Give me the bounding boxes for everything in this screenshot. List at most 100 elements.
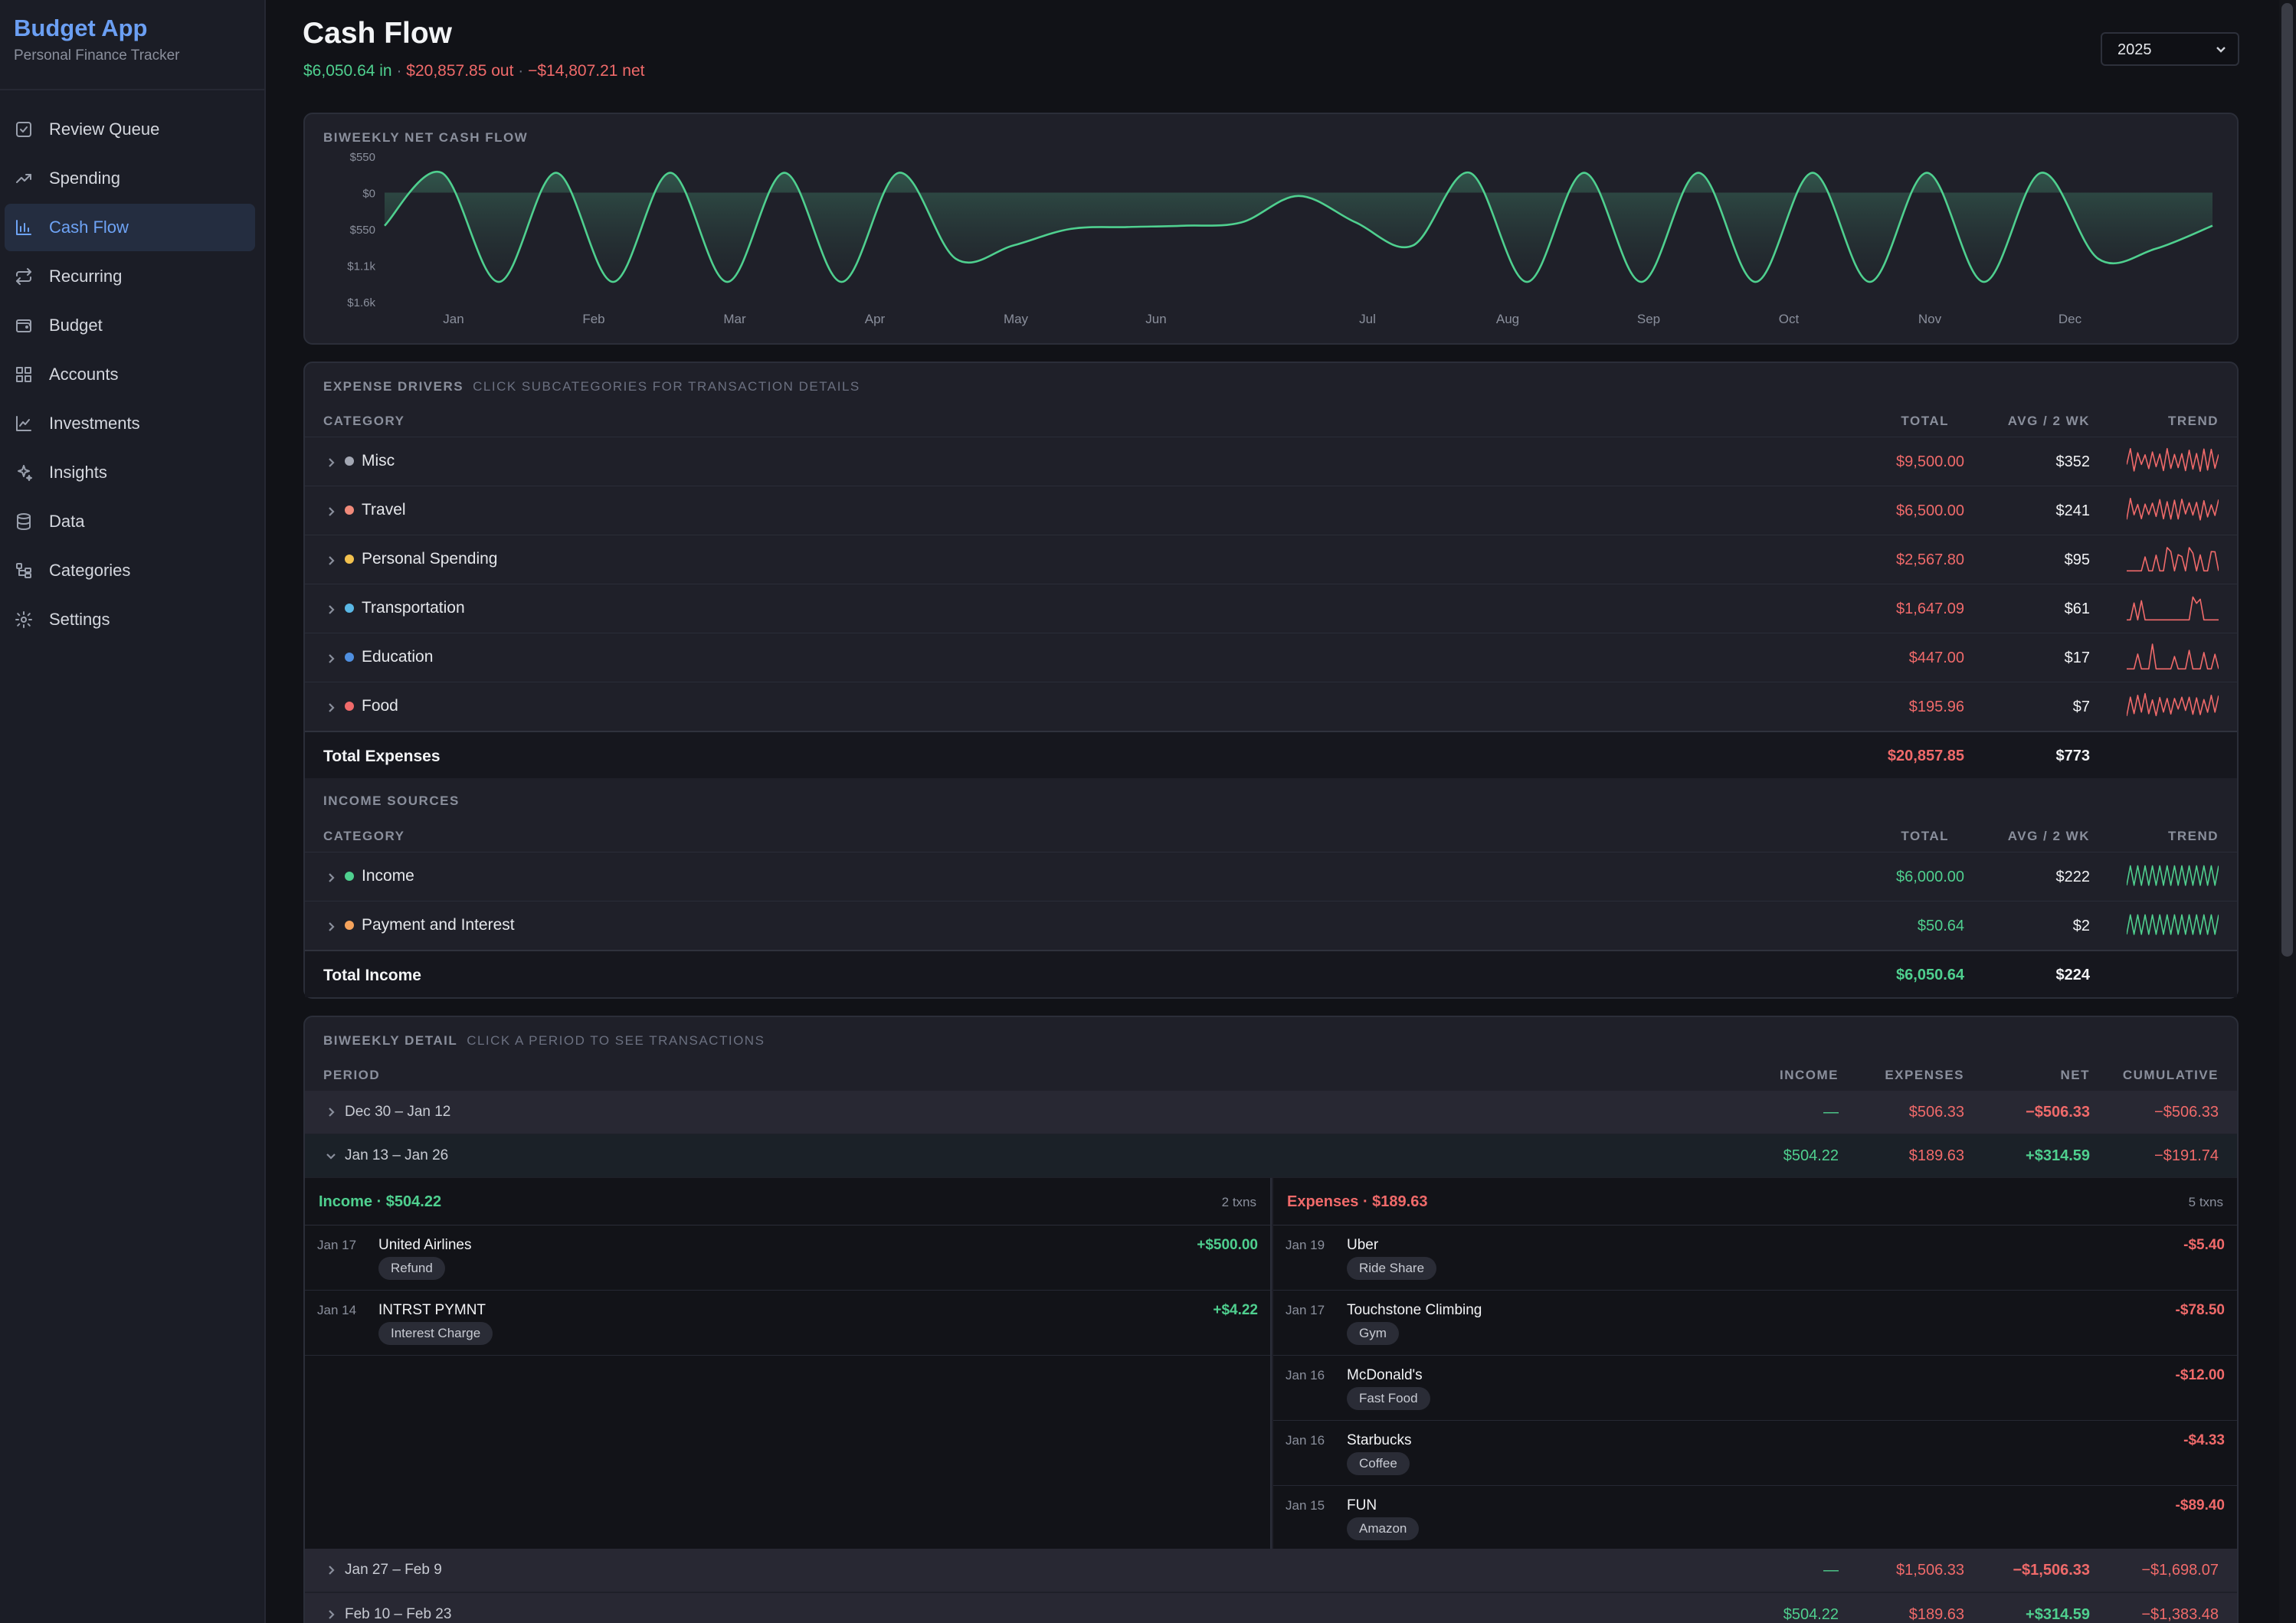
transaction-category-tag[interactable]: Ride Share — [1347, 1257, 1437, 1280]
chevron-right-icon[interactable] — [325, 651, 337, 663]
sidebar-item-spending[interactable]: Spending — [5, 155, 255, 202]
expense-category-row[interactable]: Personal Spending $2,567.80 $95 — [305, 535, 2237, 584]
category-cell[interactable]: Education — [325, 648, 433, 666]
year-select[interactable]: 2025 — [2101, 32, 2239, 66]
transaction-row[interactable]: Jan 16 McDonald's Fast Food -$12.00 — [1273, 1356, 2237, 1421]
category-cell[interactable]: Food — [325, 697, 398, 715]
sidebar-item-categories[interactable]: Categories — [5, 547, 255, 594]
y-tick-label: $550 — [350, 151, 375, 164]
expense-category-row[interactable]: Education $447.00 $17 — [305, 633, 2237, 682]
sidebar-item-investments[interactable]: Investments — [5, 400, 255, 447]
expense-category-row[interactable]: Misc $9,500.00 $352 — [305, 437, 2237, 486]
transaction-row[interactable]: Jan 19 Uber Ride Share -$5.40 — [1273, 1225, 2237, 1291]
transaction-amount: -$5.40 — [2183, 1237, 2225, 1253]
period-row[interactable]: Jan 13 – Jan 26 $504.22 $189.63 +$314.59 −$1… — [305, 1134, 2237, 1177]
net-cash-flow-chart[interactable]: $550 $0 $550 $1.1k $1.6k Jan Feb Mar Apr May Jun Ju… — [305, 114, 2237, 343]
transaction-amount: -$12.00 — [2175, 1367, 2225, 1383]
chevron-down-icon[interactable] — [325, 1150, 337, 1162]
sidebar-item-accounts[interactable]: Accounts — [5, 351, 255, 398]
transaction-amount: -$4.33 — [2183, 1432, 2225, 1448]
income-transactions-panel: Income · $504.22 2 txns Jan 17 United Air… — [305, 1178, 1272, 1549]
period-row[interactable]: Jan 27 – Feb 9 — $1,506.33 −$1,506.33 −$1,69… — [305, 1549, 2237, 1592]
transaction-category-tag[interactable]: Interest Charge — [378, 1322, 493, 1345]
category-color-dot — [345, 506, 354, 515]
income-panel-title: Income · $504.22 — [319, 1193, 442, 1210]
x-tick-label: Jun — [1145, 312, 1166, 326]
category-cell[interactable]: Payment and Interest — [325, 916, 515, 934]
period-label: Jan 13 – Jan 26 — [345, 1147, 449, 1163]
period-income: — — [1823, 1104, 1839, 1121]
category-cell[interactable]: Misc — [325, 452, 395, 470]
sidebar-item-recurring[interactable]: Recurring — [5, 253, 255, 300]
category-cell[interactable]: Personal Spending — [325, 550, 497, 568]
transaction-row[interactable]: Jan 16 Starbucks Coffee -$4.33 — [1273, 1421, 2237, 1486]
transaction-category-tag[interactable]: Coffee — [1347, 1452, 1410, 1475]
biweekly-detail-card: BIWEEKLY DETAIL CLICK A PERIOD TO SEE TRA… — [303, 1016, 2239, 1623]
sidebar-item-cash-flow[interactable]: Cash Flow — [5, 204, 255, 251]
transaction-row[interactable]: Jan 17 Touchstone Climbing Gym -$78.50 — [1273, 1291, 2237, 1356]
transaction-category-tag[interactable]: Amazon — [1347, 1517, 1420, 1540]
expense-category-row[interactable]: Transportation $1,647.09 $61 — [305, 584, 2237, 633]
period-row[interactable]: Dec 30 – Jan 12 — $506.33 −$506.33 −$506.33 — [305, 1091, 2237, 1134]
chevron-right-icon[interactable] — [325, 870, 337, 882]
sidebar-item-data[interactable]: Data — [5, 498, 255, 545]
period-label-cell[interactable]: Dec 30 – Jan 12 — [325, 1104, 450, 1121]
category-cell[interactable]: Transportation — [325, 599, 465, 617]
transaction-category-tag[interactable]: Gym — [1347, 1322, 1399, 1345]
trend-sparkline — [2127, 643, 2219, 675]
transaction-name: Touchstone Climbing — [1347, 1302, 1482, 1318]
expense-category-row[interactable]: Food $195.96 $7 — [305, 682, 2237, 731]
category-color-dot — [345, 456, 354, 466]
chevron-right-icon[interactable] — [325, 1608, 337, 1621]
sidebar-item-insights[interactable]: Insights — [5, 449, 255, 496]
sidebar-item-label: Cash Flow — [49, 218, 129, 237]
period-row[interactable]: Feb 10 – Feb 23 $504.22 $189.63 +$314.59 −$1… — [305, 1593, 2237, 1623]
expense-category-row[interactable]: Travel $6,500.00 $241 — [305, 486, 2237, 535]
sidebar-item-settings[interactable]: Settings — [5, 596, 255, 643]
chevron-right-icon[interactable] — [325, 504, 337, 516]
period-expenses: $189.63 — [1908, 1147, 1964, 1164]
chevron-right-icon[interactable] — [325, 602, 337, 614]
category-color-dot — [345, 653, 354, 662]
transaction-row[interactable]: Jan 17 United Airlines Refund +$500.00 — [305, 1225, 1270, 1291]
chevron-right-icon[interactable] — [325, 553, 337, 565]
sidebar-item-label: Review Queue — [49, 119, 160, 139]
chevron-right-icon[interactable] — [325, 700, 337, 712]
transaction-category-tag[interactable]: Fast Food — [1347, 1387, 1430, 1410]
total-expenses-total: $20,857.85 — [1887, 748, 1964, 764]
transaction-category-tag[interactable]: Refund — [378, 1257, 445, 1280]
x-tick-label: Oct — [1779, 312, 1800, 326]
x-tick-label: Nov — [1918, 312, 1942, 326]
category-color-dot — [345, 872, 354, 881]
chevron-right-icon[interactable] — [325, 455, 337, 467]
category-total: $9,500.00 — [1896, 453, 1964, 470]
chevron-right-icon[interactable] — [325, 919, 337, 931]
period-label: Jan 27 – Feb 9 — [345, 1562, 442, 1578]
category-name: Transportation — [362, 599, 465, 617]
sidebar-item-budget[interactable]: Budget — [5, 302, 255, 349]
chevron-right-icon[interactable] — [325, 1106, 337, 1118]
scrollbar-thumb[interactable] — [2281, 3, 2293, 957]
app-title[interactable]: Budget App — [14, 14, 251, 43]
period-income: $504.22 — [1783, 1606, 1839, 1623]
x-tick-label: Feb — [582, 312, 604, 326]
transaction-date: Jan 14 — [317, 1303, 357, 1317]
period-label-cell[interactable]: Jan 27 – Feb 9 — [325, 1562, 442, 1579]
category-total: $6,500.00 — [1896, 502, 1964, 519]
period-label-cell[interactable]: Feb 10 – Feb 23 — [325, 1606, 451, 1623]
period-expenses: $1,506.33 — [1896, 1562, 1964, 1579]
income-category-row[interactable]: Payment and Interest $50.64 $2 — [305, 901, 2237, 950]
category-cell[interactable]: Travel — [325, 501, 406, 519]
period-label-cell[interactable]: Jan 13 – Jan 26 — [325, 1147, 448, 1164]
transaction-row[interactable]: Jan 15 FUN Amazon -$89.40 — [1273, 1486, 2237, 1551]
sidebar-item-label: Spending — [49, 169, 120, 188]
page-title: Cash Flow — [303, 17, 453, 50]
sidebar-item-review-queue[interactable]: Review Queue — [5, 106, 255, 153]
category-cell[interactable]: Income — [325, 867, 414, 885]
period-cumulative: −$1,383.48 — [2141, 1606, 2219, 1623]
folder-tree-icon — [14, 561, 34, 581]
income-category-row[interactable]: Income $6,000.00 $222 — [305, 852, 2237, 901]
transaction-row[interactable]: Jan 14 INTRST PYMNT Interest Charge +$4.22 — [305, 1291, 1270, 1356]
chevron-right-icon[interactable] — [325, 1564, 337, 1576]
category-avg: $241 — [2055, 502, 2091, 519]
